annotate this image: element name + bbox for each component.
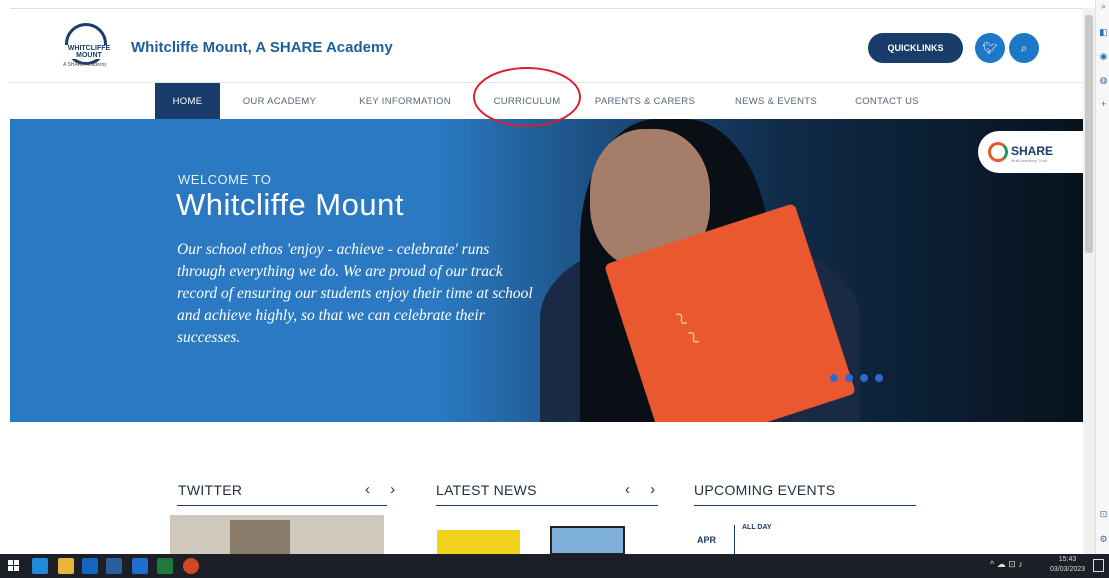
windows-start-icon[interactable] (8, 560, 20, 572)
share-label: SHARE (1011, 144, 1054, 158)
image-detail (230, 520, 290, 555)
logo-text: WHITCLIFFE MOUNT (55, 45, 123, 59)
share-sublabel: Multi Academy Trust (1011, 158, 1048, 163)
scrollbar-thumb[interactable] (1085, 15, 1093, 253)
nav-item-key-information[interactable]: KEY INFORMATION (350, 83, 460, 120)
browser-sidebar: ⌕ ◧ ◉ ◍ + ⊡ ⚙ (1095, 0, 1109, 554)
hero-welcome: WELCOME TO (178, 172, 272, 187)
taskbar: ^ ☁ ⊡ ♪ 15:43 03/03/2023 (0, 554, 1109, 578)
share-logo-icon (988, 142, 1008, 162)
twitter-icon: 🐦︎ (982, 41, 998, 55)
news-heading: LATEST NEWS (436, 482, 537, 498)
event-time: ALL DAY (742, 524, 772, 531)
search-button[interactable]: ⌕ (1009, 33, 1039, 63)
logo-subtext: A SHARE Academy (63, 62, 107, 68)
app-icon[interactable] (132, 558, 148, 574)
nav-item-home[interactable]: HOME (155, 83, 220, 120)
twitter-heading: TWITTER (178, 482, 243, 498)
slider-dot[interactable] (875, 374, 883, 382)
clock-time: 15:43 (1058, 556, 1077, 563)
settings-icon[interactable]: ⚙ (1099, 535, 1108, 544)
extension-icon[interactable]: ◧ (1099, 28, 1108, 37)
nav-item-our-academy[interactable]: OUR ACADEMY (232, 83, 327, 120)
search-icon[interactable]: ⌕ (1099, 2, 1108, 11)
edge-browser-icon[interactable] (32, 558, 48, 574)
slider-dot[interactable] (860, 374, 868, 382)
twitter-post-image[interactable] (170, 515, 384, 555)
nav-item-parents-carers[interactable]: PARENTS & CARERS (590, 83, 700, 120)
excel-icon[interactable] (157, 558, 173, 574)
website: WHITCLIFFE MOUNT A SHARE Academy Whitcli… (10, 8, 1083, 554)
hero-text: Our school ethos 'enjoy - achieve - cele… (177, 241, 533, 346)
event-divider (734, 525, 735, 555)
event-month: APR (697, 535, 717, 545)
nav-item-contact-us[interactable]: CONTACT US (847, 83, 927, 120)
hero-banner: ~ ~ WELCOME TO Whitcliffe Mount Our scho… (10, 119, 1083, 422)
site-title[interactable]: Whitcliffe Mount, A SHARE Academy (131, 39, 393, 56)
events-underline (694, 505, 916, 506)
powerpoint-icon[interactable] (183, 558, 199, 574)
annotation-circle (473, 67, 581, 127)
twitter-arrows[interactable]: ‹ › (365, 481, 403, 498)
school-logo[interactable]: WHITCLIFFE MOUNT A SHARE Academy (55, 23, 123, 71)
app-icon[interactable] (106, 558, 122, 574)
add-icon[interactable]: + (1099, 100, 1108, 109)
browser-window: WHITCLIFFE MOUNT A SHARE Academy Whitcli… (0, 0, 1109, 578)
panel-icon[interactable]: ⊡ (1099, 510, 1108, 519)
events-heading: UPCOMING EVENTS (694, 482, 836, 498)
nav-item-news-events[interactable]: NEWS & EVENTS (726, 83, 826, 120)
slider-dot[interactable] (830, 374, 838, 382)
book-cover-art: ~ ~ (663, 304, 710, 353)
news-image[interactable] (437, 530, 520, 555)
share-badge[interactable]: SHARE Multi Academy Trust (978, 131, 1083, 173)
system-tray[interactable]: ^ ☁ ⊡ ♪ (990, 559, 1023, 570)
search-icon: ⌕ (1020, 41, 1028, 55)
extension-icon[interactable]: ◍ (1099, 76, 1108, 85)
slider-dot[interactable] (845, 374, 853, 382)
quicklinks-button[interactable]: QUICKLINKS (868, 33, 963, 63)
clock[interactable]: 15:43 03/03/2023 (1050, 555, 1085, 575)
clock-date: 03/03/2023 (1050, 566, 1086, 573)
news-arrows[interactable]: ‹ › (625, 481, 663, 498)
news-underline (436, 505, 658, 506)
twitter-button[interactable]: 🐦︎ (975, 33, 1005, 63)
file-explorer-icon[interactable] (58, 558, 74, 574)
news-image[interactable] (550, 526, 625, 555)
slider-dots (830, 369, 890, 387)
notification-icon[interactable] (1093, 559, 1104, 572)
page-scrollbar[interactable] (1083, 8, 1095, 554)
outlook-icon[interactable] (82, 558, 98, 574)
twitter-underline (177, 505, 387, 506)
extension-icon[interactable]: ◉ (1099, 52, 1108, 61)
hero-title: Whitcliffe Mount (176, 187, 404, 222)
